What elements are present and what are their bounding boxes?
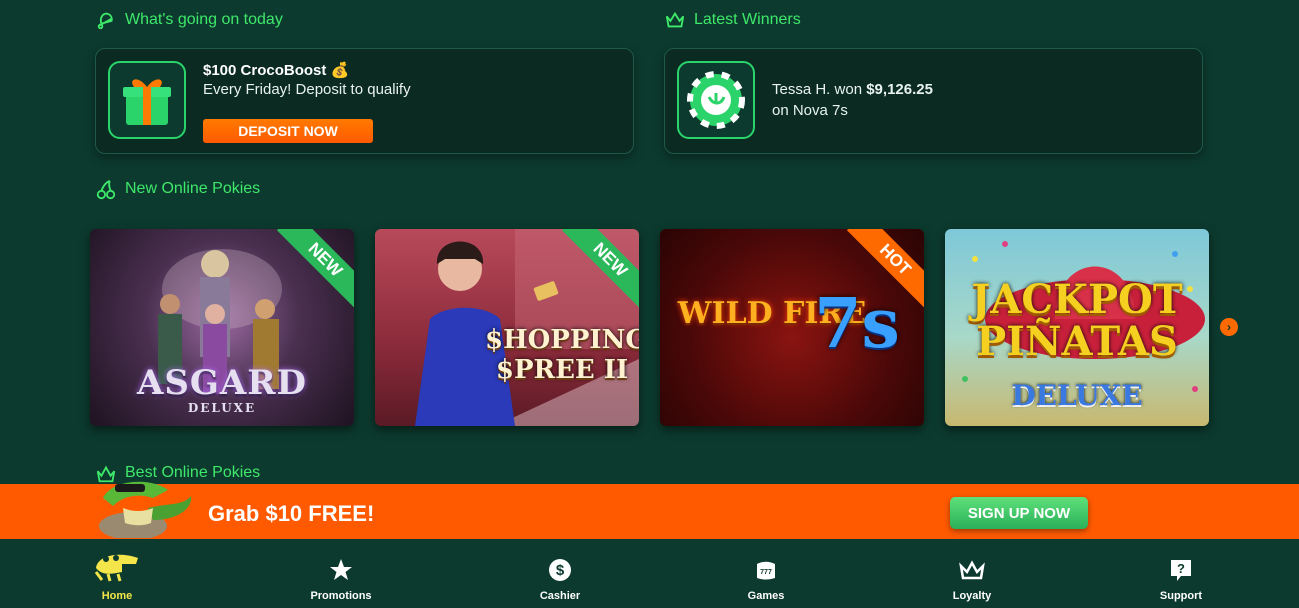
bell-icon [97, 12, 113, 30]
nav-item-cashier[interactable]: $ Cashier [500, 539, 620, 608]
nav-item-promotions[interactable]: Promotions [281, 539, 401, 608]
section-title-winners: Latest Winners [664, 9, 801, 31]
nav-item-home[interactable]: Home [57, 539, 177, 608]
casino-chip-icon [677, 61, 755, 139]
signup-banner: Grab $10 FREE! SIGN UP NOW [0, 481, 1299, 539]
badge-label: NEW [276, 229, 354, 309]
sign-up-now-button[interactable]: SIGN UP NOW [950, 497, 1088, 529]
promo-card[interactable]: $100 CrocoBoost 💰 Every Friday! Deposit … [95, 48, 634, 154]
carousel-next-arrow-icon[interactable]: › [1220, 318, 1238, 336]
nav-item-loyalty[interactable]: Loyalty [912, 539, 1032, 608]
help-chat-icon: ? [1171, 560, 1191, 581]
dollar-coin-icon: $ [549, 559, 571, 581]
nav-label-promotions: Promotions [310, 590, 372, 602]
svg-text:777: 777 [760, 569, 772, 576]
hot-badge: HOT [842, 229, 924, 311]
nav-label-games: Games [747, 590, 785, 602]
game-title-line1: ASGARD [136, 363, 308, 403]
bottom-nav: Home Promotions $ Cashier 777 Games Loya… [0, 539, 1299, 608]
new-badge: NEW [557, 229, 639, 311]
game-title-line1: $HOPPING [485, 325, 639, 355]
game-title-line1: JACKPOT PIÑATAS [971, 276, 1183, 365]
winner-card[interactable]: Tessa H. won $9,126.25 on Nova 7s [664, 48, 1203, 154]
winner-amount: $9,126.25 [866, 81, 933, 98]
section-title-winners-label: Latest Winners [694, 11, 801, 28]
svg-text:?: ? [1177, 561, 1185, 576]
cherry-icon [96, 179, 116, 200]
winner-prefix: Tessa H. won [772, 81, 867, 98]
section-title-today-label: What's going on today [125, 11, 283, 28]
nav-label-loyalty: Loyalty [952, 590, 992, 602]
badge-label: HOT [846, 229, 924, 309]
winner-game: on Nova 7s [772, 102, 848, 119]
game-tile-asgard[interactable]: ASGARD DELUXE NEW [90, 229, 354, 426]
deposit-now-button[interactable]: DEPOSIT NOW [203, 119, 373, 143]
game-tile-shopping-spree[interactable]: $HOPPING $PREE II NEW [375, 229, 639, 426]
game-tile-jackpot-pinatas[interactable]: JACKPOT PIÑATAS DELUXE [945, 229, 1209, 426]
svg-text:$: $ [556, 562, 565, 579]
game-tile-wild-fire-7s[interactable]: WILD FIRE 7s HOT [660, 229, 924, 426]
nav-item-support[interactable]: ? Support [1121, 539, 1241, 608]
new-badge: NEW [272, 229, 354, 311]
crocodile-mascot-icon [99, 481, 192, 538]
slot-machine-icon: 777 [757, 561, 775, 580]
crocodile-home-icon [94, 554, 138, 582]
badge-label: NEW [561, 229, 639, 309]
banner-headline: Grab $10 FREE! [208, 501, 375, 526]
nav-label-support: Support [1159, 590, 1203, 602]
crown-icon [959, 560, 985, 580]
nav-label-home: Home [101, 590, 133, 602]
crown-icon [665, 11, 685, 28]
game-title-line2: DELUXE [187, 401, 257, 415]
section-title-today: What's going on today [95, 9, 283, 31]
promo-subtitle: Every Friday! Deposit to qualify [203, 81, 411, 98]
game-title-line2: $PREE II [495, 355, 629, 385]
game-title-line2: DELUXE [1011, 379, 1143, 412]
nav-item-games[interactable]: 777 Games [706, 539, 826, 608]
star-icon [330, 559, 352, 580]
promo-title: $100 CrocoBoost 💰 [203, 62, 350, 79]
section-title-new-pokies: New Online Pokies [95, 178, 260, 200]
nav-label-cashier: Cashier [539, 590, 581, 602]
section-title-new-pokies-label: New Online Pokies [125, 180, 261, 197]
gift-icon [108, 61, 186, 139]
winner-text: Tessa H. won $9,126.25 [772, 81, 933, 98]
